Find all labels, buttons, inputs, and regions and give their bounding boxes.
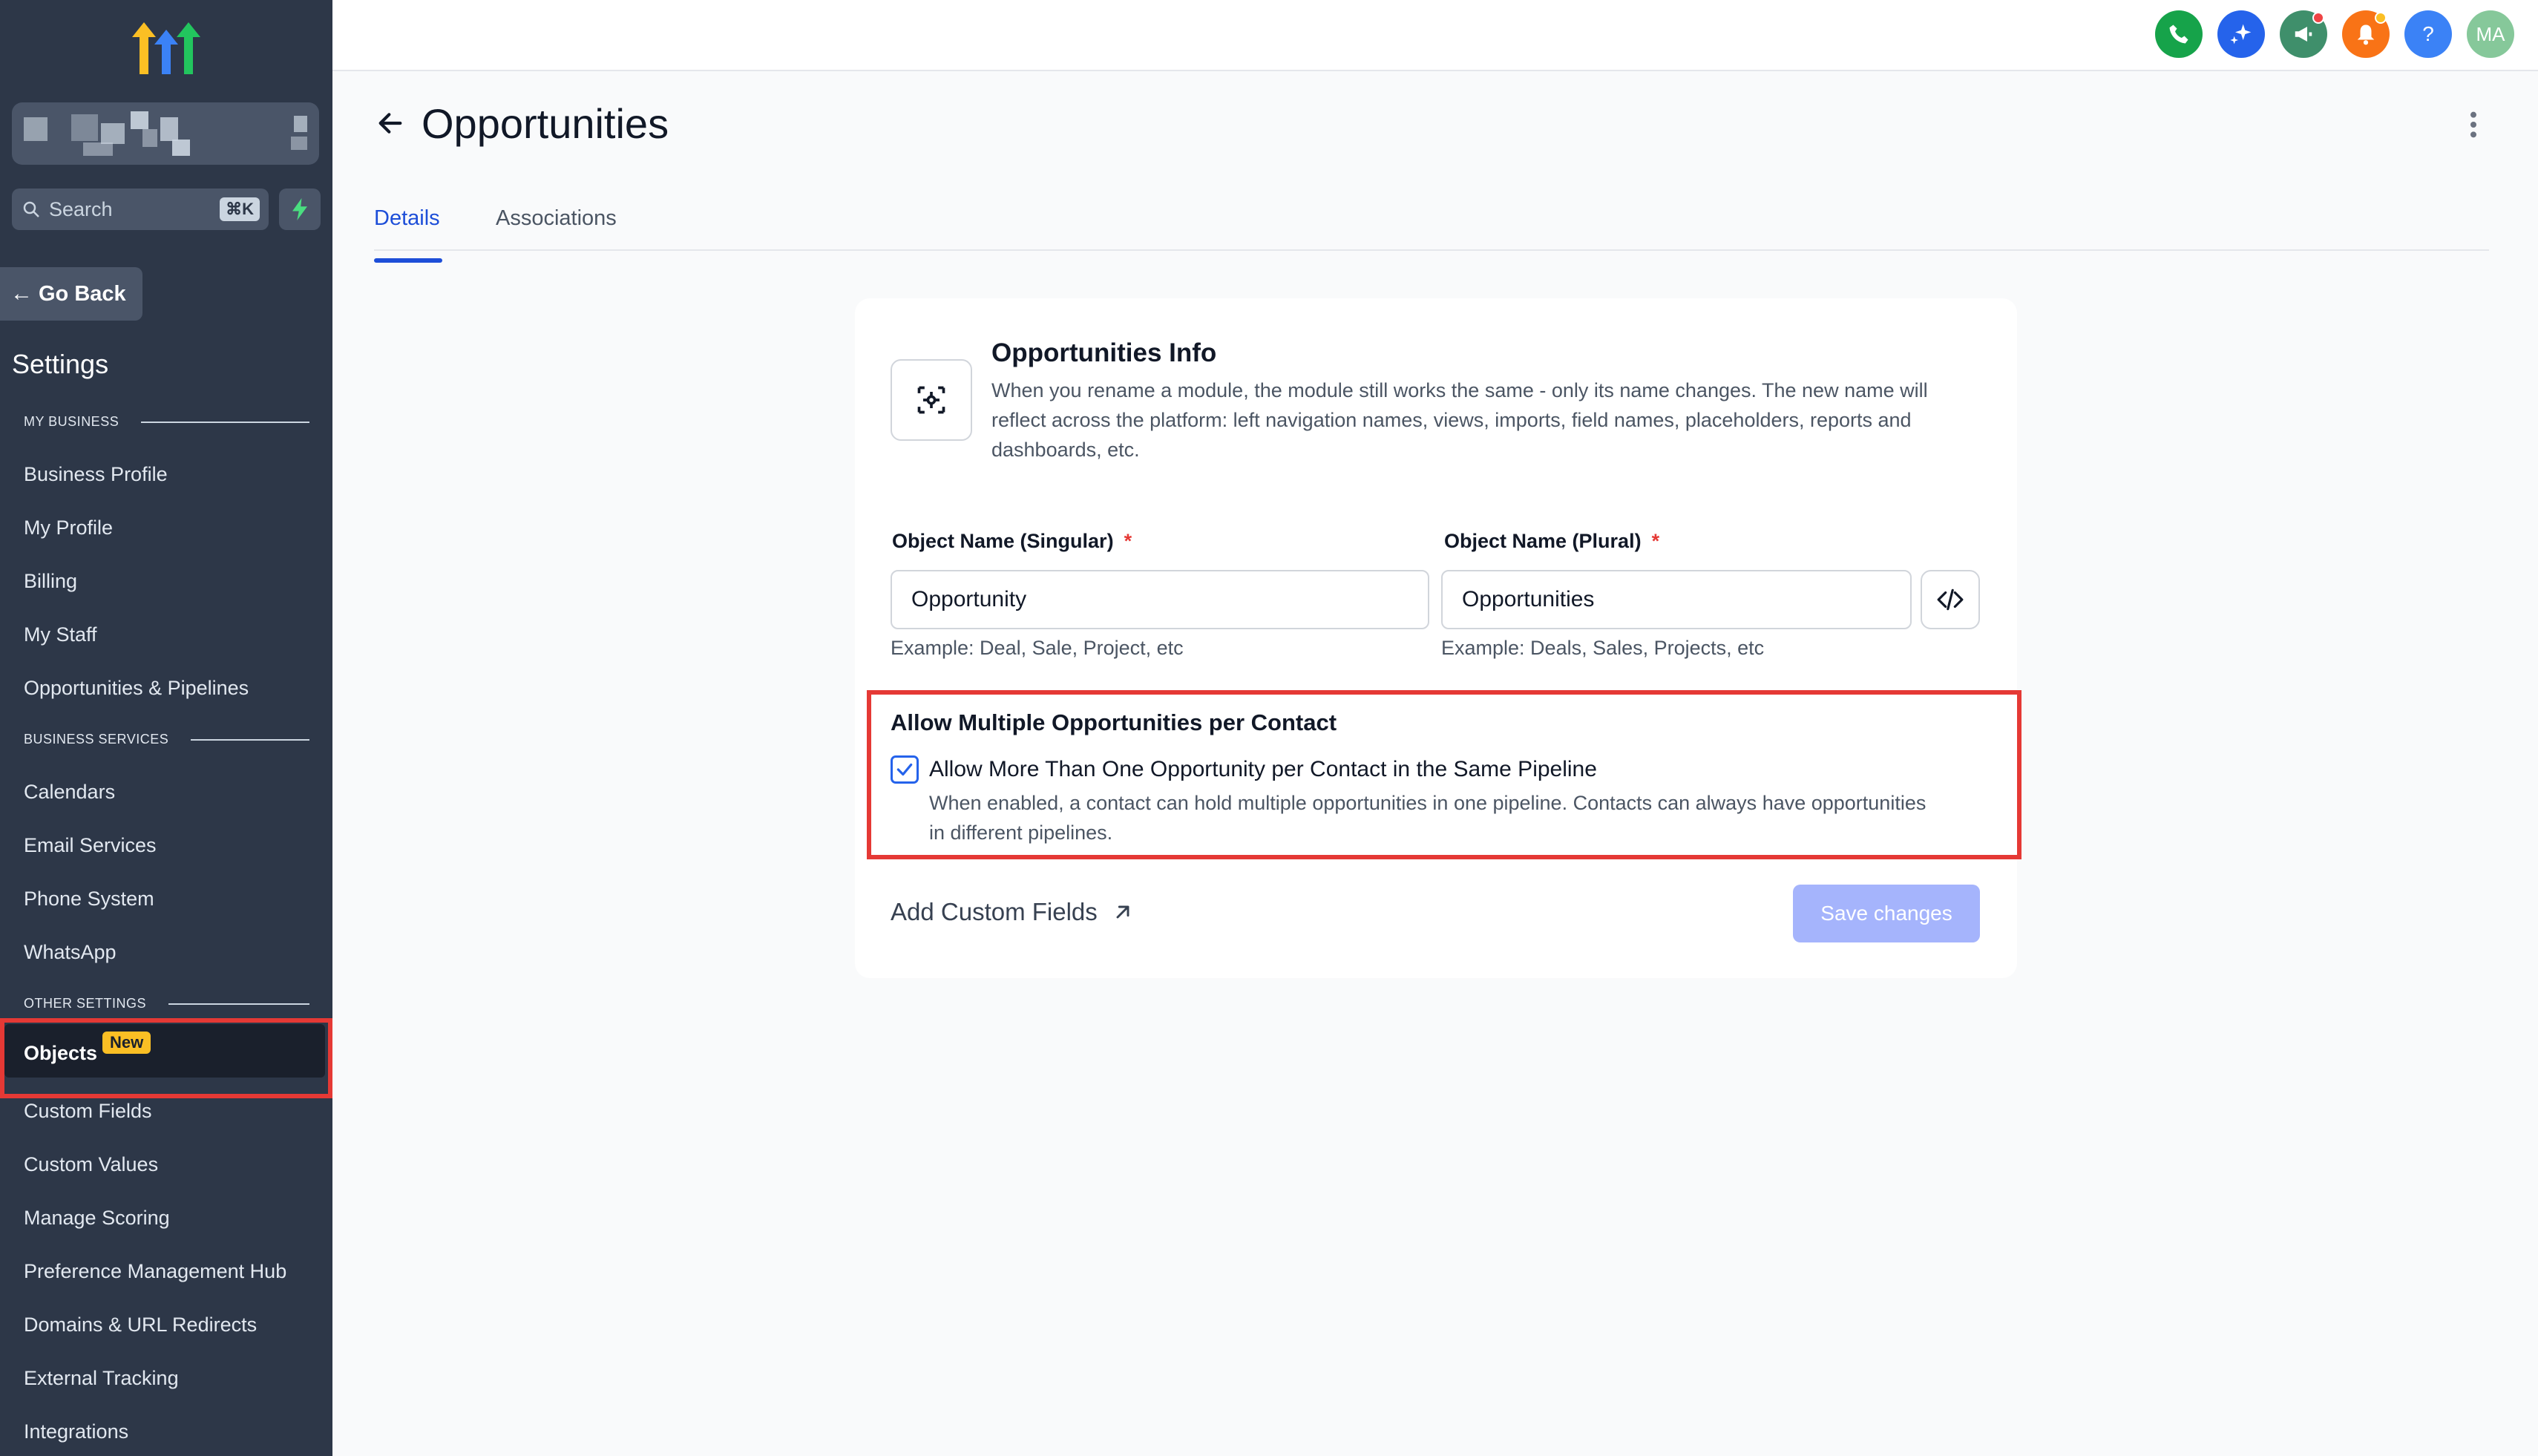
sidebar-item-manage-scoring[interactable]: Manage Scoring [24, 1207, 170, 1230]
sidebar: Search ⌘K ← Go Back Settings MY BUSINESS… [0, 0, 332, 1456]
singular-name-hint: Example: Deal, Sale, Project, etc [891, 637, 1184, 659]
add-custom-fields-link[interactable]: Add Custom Fields [891, 898, 1133, 926]
sidebar-item-whatsapp[interactable]: WhatsApp [24, 941, 117, 964]
save-changes-button[interactable]: Save changes [1793, 885, 1980, 942]
go-back-label: Go Back [39, 281, 126, 306]
sidebar-item-phone-system[interactable]: Phone System [24, 888, 154, 911]
sidebar-item-business-profile[interactable]: Business Profile [24, 463, 168, 486]
notification-dot [2375, 12, 2387, 24]
section-business-services: BUSINESS SERVICES [24, 732, 309, 747]
sidebar-item-opportunities-pipelines[interactable]: Opportunities & Pipelines [24, 677, 249, 700]
go-back-button[interactable]: ← Go Back [0, 267, 142, 321]
sidebar-item-my-profile[interactable]: My Profile [24, 517, 113, 540]
sidebar-item-email-services[interactable]: Email Services [24, 834, 157, 857]
section-other-settings: OTHER SETTINGS [24, 996, 309, 1011]
checkmark-icon [896, 763, 913, 776]
top-bar: ? MA [332, 0, 2538, 71]
quick-actions-button[interactable] [279, 188, 321, 230]
app-logo[interactable] [126, 15, 208, 82]
settings-title: Settings [12, 349, 109, 379]
highlight-box-objects [0, 1018, 332, 1098]
avatar[interactable]: MA [2467, 10, 2514, 58]
account-switcher[interactable] [12, 102, 319, 165]
sidebar-item-billing[interactable]: Billing [24, 570, 77, 593]
tab-associations[interactable]: Associations [496, 206, 617, 231]
megaphone-icon[interactable] [2280, 10, 2327, 58]
active-tab-indicator [374, 258, 442, 263]
sidebar-item-custom-fields[interactable]: Custom Fields [24, 1100, 152, 1123]
section-my-business: MY BUSINESS [24, 414, 309, 430]
search-placeholder: Search [49, 197, 113, 220]
lightning-icon [292, 198, 307, 220]
sidebar-item-integrations[interactable]: Integrations [24, 1420, 128, 1443]
info-title: Opportunities Info [991, 338, 1217, 367]
tab-bar: Details Associations [374, 194, 2489, 263]
opportunities-info-card: Opportunities Info When you rename a mod… [855, 298, 2021, 978]
more-options-icon[interactable] [2464, 110, 2483, 140]
sidebar-item-domains-url-redirects[interactable]: Domains & URL Redirects [24, 1314, 257, 1337]
sidebar-item-my-staff[interactable]: My Staff [24, 623, 97, 646]
tab-details[interactable]: Details [374, 206, 442, 263]
back-arrow-icon[interactable] [376, 108, 405, 138]
plural-name-hint: Example: Deals, Sales, Projects, etc [1441, 637, 1765, 659]
sidebar-item-preference-management-hub[interactable]: Preference Management Hub [24, 1260, 286, 1283]
multi-opportunities-description: When enabled, a contact can hold multipl… [929, 792, 1927, 844]
search-shortcut: ⌘K [220, 197, 260, 221]
multi-opportunities-checkbox[interactable] [891, 755, 919, 784]
singular-name-label: Object Name (Singular) * [892, 530, 1132, 552]
code-icon [1937, 588, 1964, 611]
arrow-left-icon: ← [10, 281, 33, 306]
external-link-icon [1116, 905, 1129, 919]
multi-opportunities-title: Allow Multiple Opportunities per Contact [891, 709, 1337, 735]
plural-name-input[interactable]: Opportunities [1441, 570, 1912, 629]
search-input[interactable]: Search ⌘K [12, 188, 269, 230]
plural-name-label: Object Name (Plural) * [1444, 530, 1660, 552]
sidebar-item-external-tracking[interactable]: External Tracking [24, 1367, 179, 1390]
info-description: When you rename a module, the module sti… [991, 379, 1928, 461]
phone-icon[interactable] [2155, 10, 2203, 58]
page-title: Opportunities [422, 100, 669, 147]
ai-sparkle-icon[interactable] [2217, 10, 2265, 58]
notification-dot [2312, 12, 2324, 24]
code-button[interactable] [1921, 570, 1980, 629]
multi-opportunities-checkbox-label[interactable]: Allow More Than One Opportunity per Cont… [929, 757, 1597, 782]
singular-name-input[interactable]: Opportunity [891, 570, 1429, 629]
bell-icon[interactable] [2342, 10, 2390, 58]
sidebar-item-calendars[interactable]: Calendars [24, 781, 115, 804]
sidebar-item-custom-values[interactable]: Custom Values [24, 1153, 158, 1176]
object-icon [891, 359, 972, 441]
search-icon [23, 201, 39, 217]
help-icon[interactable]: ? [2404, 10, 2452, 58]
